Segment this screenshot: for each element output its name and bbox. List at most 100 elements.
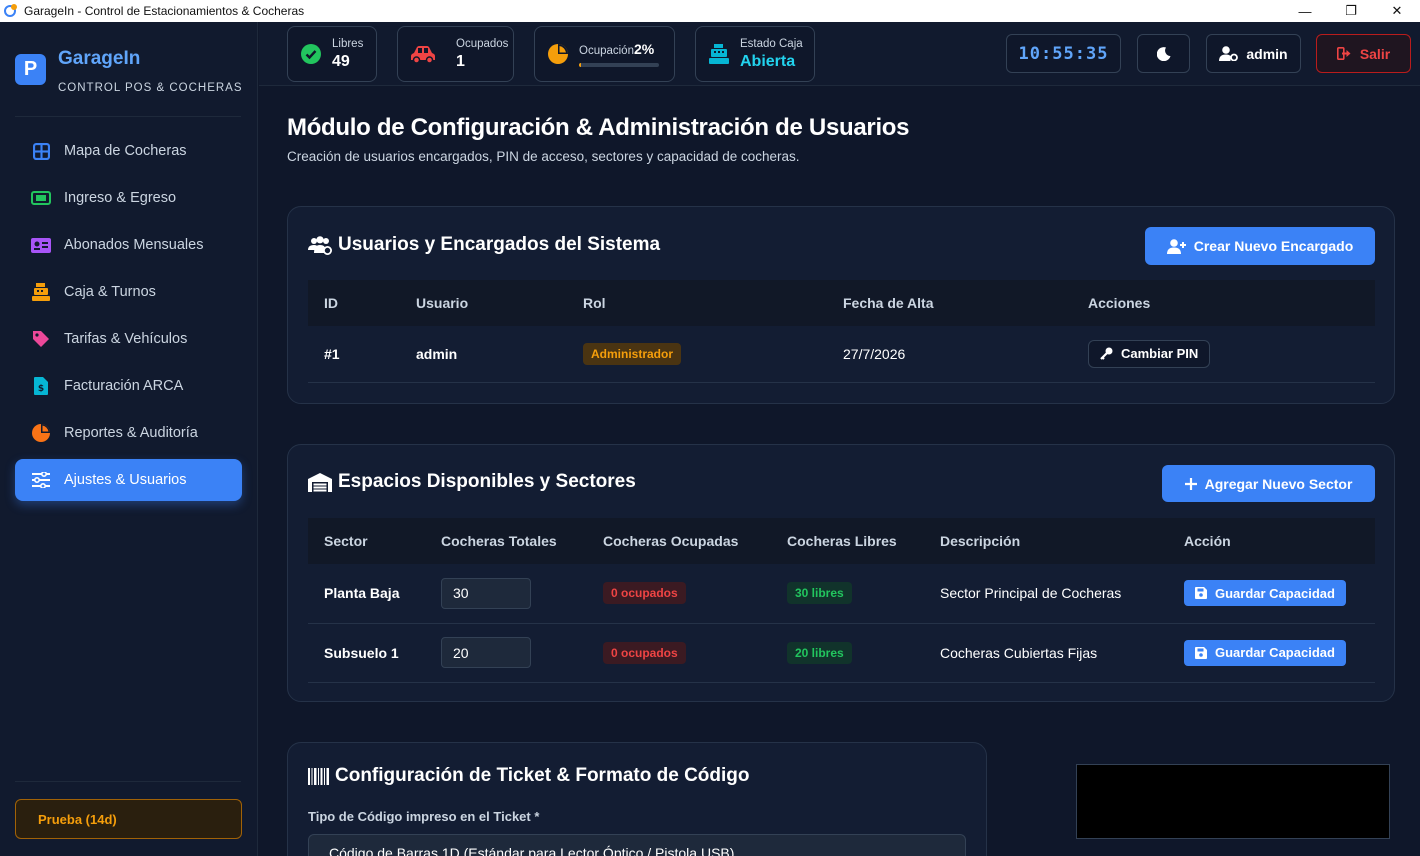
logout-label: Salir	[1359, 45, 1391, 62]
pie-chart-icon	[31, 423, 51, 443]
column-header: Rol	[583, 295, 606, 311]
sidebar-item-abonados[interactable]: Abonados Mensuales	[15, 224, 242, 266]
invoice-icon: $	[31, 376, 51, 396]
sectors-card: Espacios Disponibles y Sectores Agregar …	[287, 444, 1395, 702]
close-window-button[interactable]: ✕	[1374, 0, 1420, 22]
users-card-title-text: Usuarios y Encargados del Sistema	[338, 234, 661, 255]
ticket-config-card: Configuración de Ticket & Formato de Cód…	[287, 742, 987, 856]
cash-register-icon	[708, 43, 730, 65]
column-header: Usuario	[416, 295, 469, 311]
free-badge: 20 libres	[787, 641, 852, 664]
moon-icon	[1156, 46, 1170, 61]
users-card: Usuarios y Encargados del Sistema Crear …	[287, 206, 1395, 404]
brand-name: GarageIn	[58, 48, 141, 69]
app-icon	[4, 4, 17, 17]
user-menu-button[interactable]: admin	[1206, 34, 1301, 73]
brand-logo: P	[15, 54, 46, 85]
logout-icon	[1336, 47, 1351, 60]
sidebar-item-label: Tarifas & Vehículos	[64, 331, 188, 347]
column-header: Acción	[1184, 533, 1231, 549]
column-header: Acciones	[1088, 295, 1151, 311]
stat-value: Abierta	[740, 52, 796, 70]
change-pin-button[interactable]: Cambiar PIN	[1088, 339, 1211, 368]
floppy-disk-icon	[1195, 646, 1207, 659]
plus-icon	[1184, 477, 1197, 490]
sector-description: Cocheras Cubiertas Fijas	[924, 623, 1168, 683]
capacity-input[interactable]	[441, 637, 531, 668]
sidebar-item-ingreso[interactable]: Ingreso & Egreso	[15, 177, 242, 219]
sliders-icon	[31, 470, 51, 490]
warehouse-icon	[308, 472, 332, 492]
role-badge: Administrador	[583, 342, 682, 365]
ticket-card-title-text: Configuración de Ticket & Formato de Cód…	[335, 765, 750, 786]
sidebar-item-label: Abonados Mensuales	[64, 237, 204, 253]
table-header-row: ID Usuario Rol Fecha de Alta Acciones	[308, 280, 1375, 326]
add-sector-label: Agregar Nuevo Sector	[1204, 475, 1353, 492]
brand: P GarageIn CONTROL POS & COCHERAS	[15, 48, 243, 94]
minimize-button[interactable]: —	[1282, 0, 1328, 22]
embedded-preview-frame	[1076, 764, 1390, 839]
tag-icon	[31, 329, 51, 349]
sidebar-item-reportes[interactable]: Reportes & Auditoría	[15, 412, 242, 454]
sector-name: Subsuelo 1	[308, 623, 425, 683]
stat-label: Ocupación	[579, 45, 634, 57]
free-badge: 30 libres	[787, 582, 852, 605]
check-circle-icon	[300, 43, 322, 65]
stat-caja: Estado Caja Abierta	[695, 26, 815, 82]
stat-value: 1	[456, 52, 465, 70]
save-capacity-label: Guardar Capacidad	[1215, 585, 1335, 601]
stat-label: Libres	[332, 37, 364, 50]
sidebar-item-ajustes[interactable]: Ajustes & Usuarios	[15, 459, 242, 501]
window-title: GarageIn - Control de Estacionamientos &…	[24, 4, 305, 18]
trial-badge[interactable]: Prueba (14d)	[15, 799, 242, 839]
sidebar-item-facturacion[interactable]: $ Facturación ARCA	[15, 365, 242, 407]
sidebar: P GarageIn CONTROL POS & COCHERAS Mapa d…	[0, 22, 258, 856]
svg-text:$: $	[38, 384, 44, 394]
sidebar-item-label: Caja & Turnos	[64, 284, 156, 300]
sidebar-item-label: Mapa de Cocheras	[64, 143, 187, 159]
capacity-input[interactable]	[441, 577, 531, 609]
stat-label: Estado Caja	[740, 37, 803, 50]
user-name-cell: admin	[400, 326, 567, 383]
page-subtitle: Creación de usuarios encargados, PIN de …	[287, 149, 800, 164]
sidebar-item-label: Ajustes & Usuarios	[64, 472, 187, 488]
column-header: Sector	[324, 533, 368, 549]
column-header: ID	[324, 295, 338, 311]
code-type-select[interactable]: Código de Barras 1D (Estándar para Lecto…	[308, 834, 966, 856]
ticket-icon	[31, 188, 51, 208]
sectors-card-title: Espacios Disponibles y Sectores	[308, 471, 636, 493]
column-header: Descripción	[940, 533, 1021, 549]
add-sector-button[interactable]: Agregar Nuevo Sector	[1162, 465, 1375, 502]
sectors-card-title-text: Espacios Disponibles y Sectores	[338, 471, 636, 492]
window-titlebar: GarageIn - Control de Estacionamientos &…	[0, 0, 1420, 22]
theme-toggle-button[interactable]	[1137, 34, 1190, 73]
create-user-button[interactable]: Crear Nuevo Encargado	[1145, 227, 1375, 265]
sidebar-item-label: Facturación ARCA	[64, 378, 184, 394]
topbar: Libres 49 Ocupados 1 Ocupación 2% Estado…	[259, 22, 1420, 86]
pie-chart-icon	[547, 43, 569, 65]
users-table: ID Usuario Rol Fecha de Alta Acciones #1…	[308, 280, 1375, 383]
sidebar-item-caja[interactable]: Caja & Turnos	[15, 271, 242, 313]
table-row: Subsuelo 1 0 ocupados 20 libres Cocheras…	[308, 623, 1375, 683]
stat-ocupacion: Ocupación 2%	[534, 26, 675, 82]
save-capacity-button[interactable]: Guardar Capacidad	[1184, 639, 1346, 666]
sidebar-item-mapa[interactable]: Mapa de Cocheras	[15, 130, 242, 172]
table-row: Planta Baja 0 ocupados 30 libres Sector …	[308, 564, 1375, 624]
occupied-badge: 0 ocupados	[603, 641, 686, 664]
code-type-label: Tipo de Código impreso en el Ticket *	[308, 809, 540, 824]
sectors-table: Sector Cocheras Totales Cocheras Ocupada…	[308, 518, 1375, 683]
table-row: #1 admin Administrador 27/7/2026 Cambiar…	[308, 326, 1375, 383]
sidebar-item-label: Reportes & Auditoría	[64, 425, 198, 441]
user-plus-icon	[1166, 238, 1186, 254]
key-icon	[1100, 347, 1113, 361]
logout-button[interactable]: Salir	[1316, 34, 1411, 73]
car-icon	[410, 43, 436, 65]
sidebar-item-tarifas[interactable]: Tarifas & Vehículos	[15, 318, 242, 360]
sector-name: Planta Baja	[308, 564, 425, 624]
id-card-icon	[31, 235, 51, 255]
barcode-icon	[308, 767, 329, 785]
save-capacity-button[interactable]: Guardar Capacidad	[1184, 580, 1346, 607]
restore-button[interactable]: ❐	[1328, 0, 1374, 22]
occupancy-progress-bar	[579, 63, 659, 67]
floppy-disk-icon	[1195, 587, 1207, 600]
